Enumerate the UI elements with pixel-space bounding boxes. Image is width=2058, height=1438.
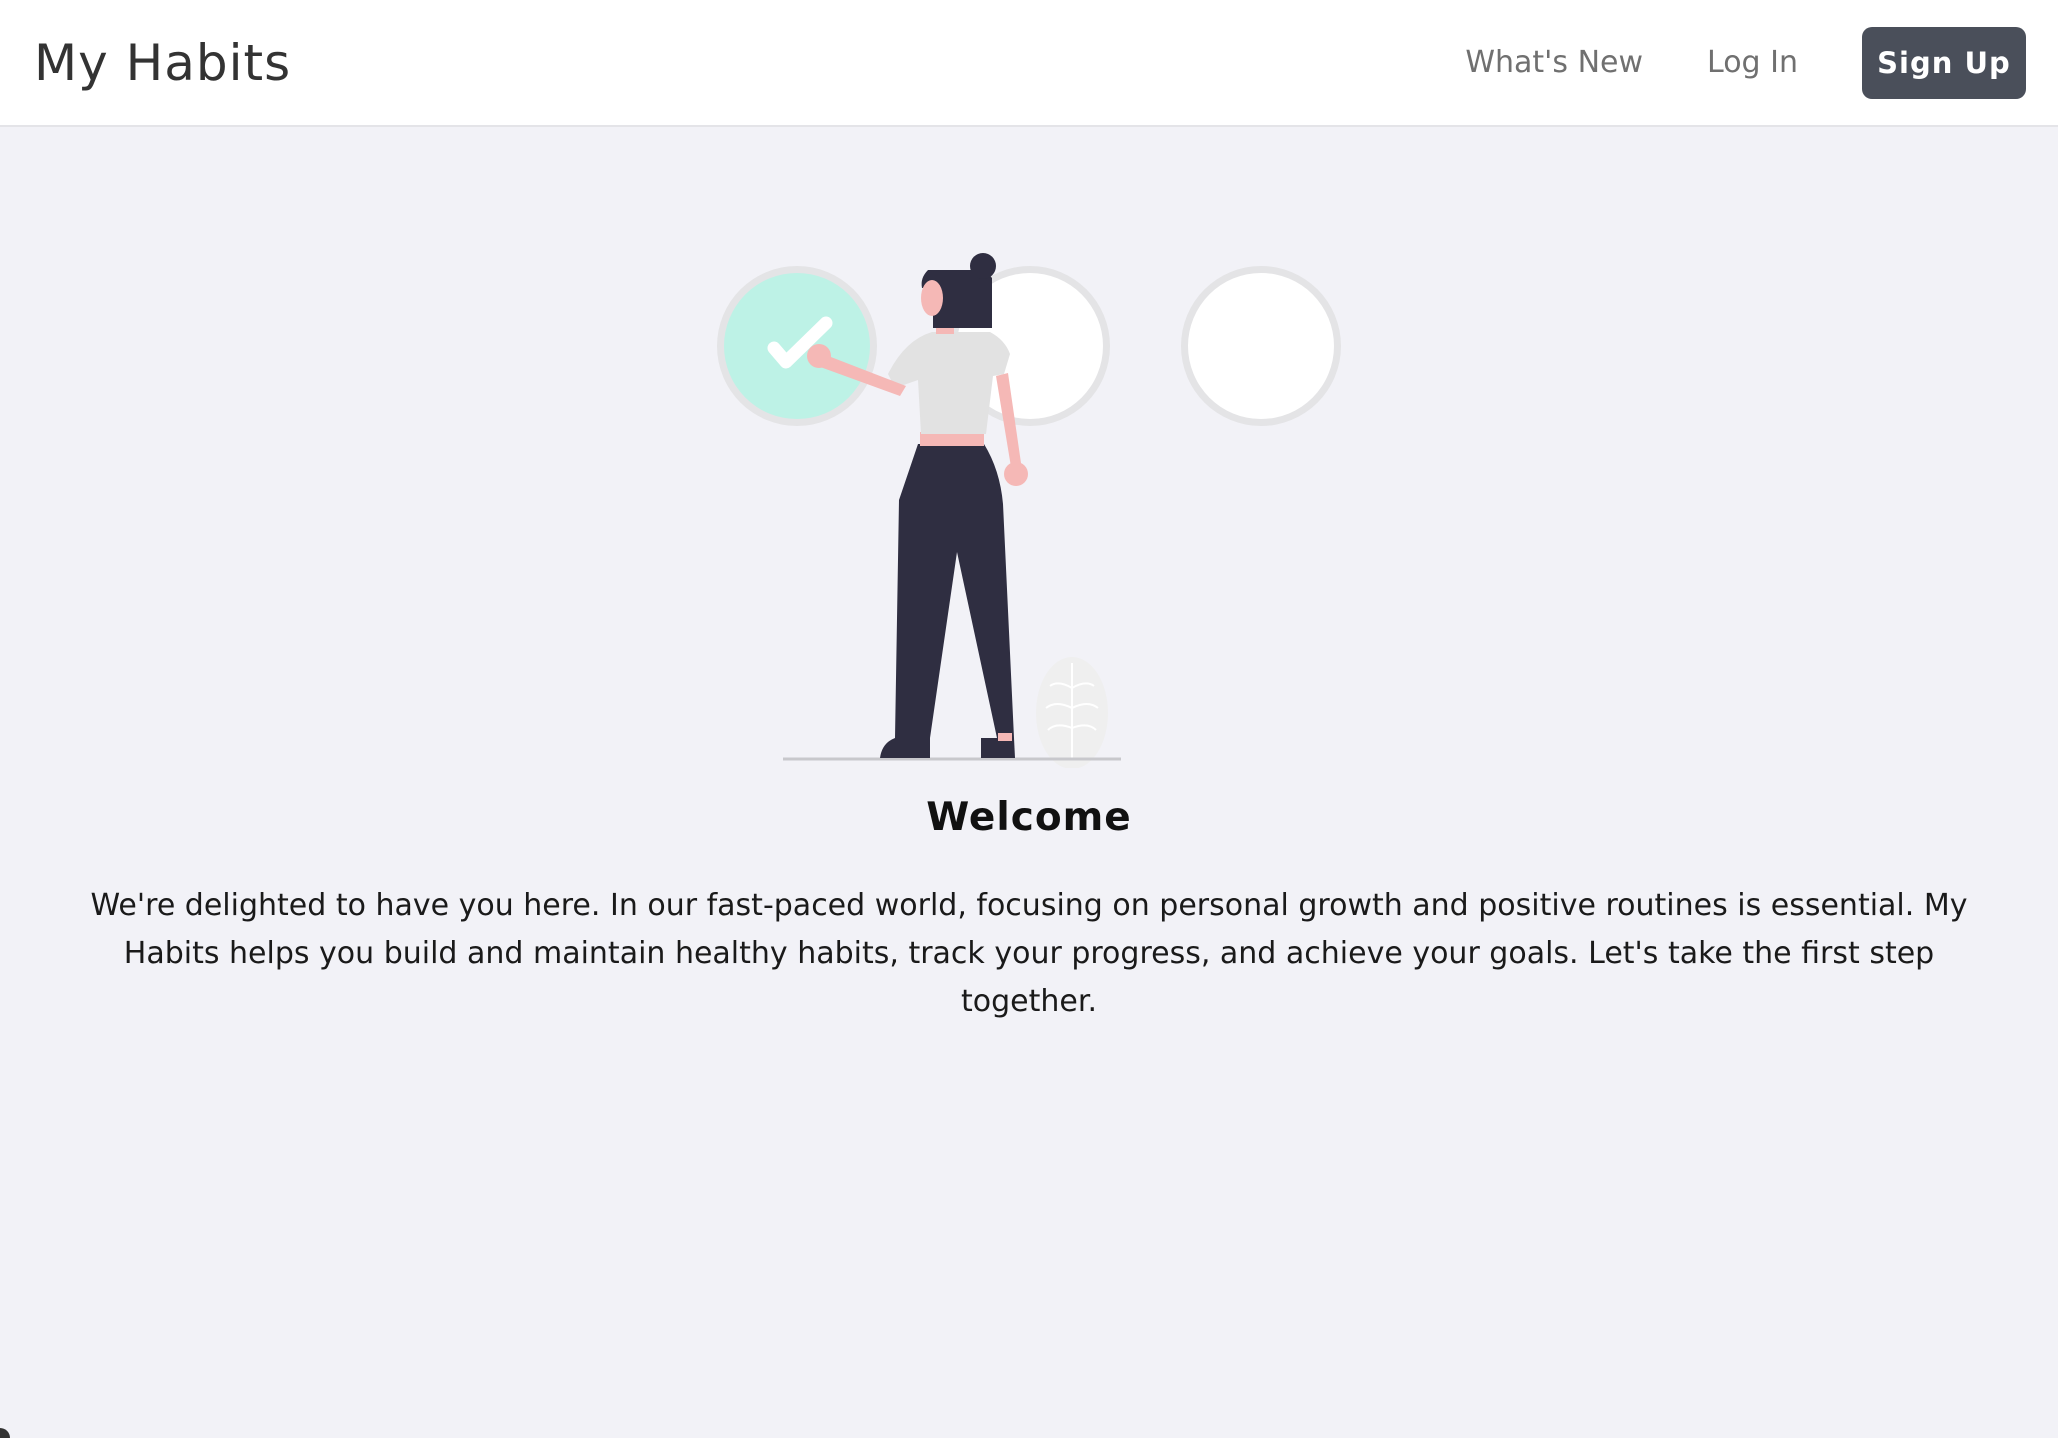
whats-new-link[interactable]: What's New (1465, 45, 1643, 80)
window-corner (0, 1428, 10, 1438)
welcome-heading: Welcome (926, 795, 1132, 840)
welcome-description: We're delighted to have you here. In our… (90, 888, 1968, 1019)
habits-illustration (717, 253, 1341, 768)
sign-up-button[interactable]: Sign Up (1862, 26, 2026, 99)
nav-links: What's New Log In Sign Up (1465, 26, 2026, 99)
brand-logo-text[interactable]: My Habits (34, 34, 291, 92)
top-navbar: My Habits What's New Log In Sign Up (0, 0, 2058, 127)
habit-circle-empty (1181, 266, 1341, 426)
log-in-link[interactable]: Log In (1707, 45, 1798, 80)
plant-icon (1036, 657, 1108, 768)
